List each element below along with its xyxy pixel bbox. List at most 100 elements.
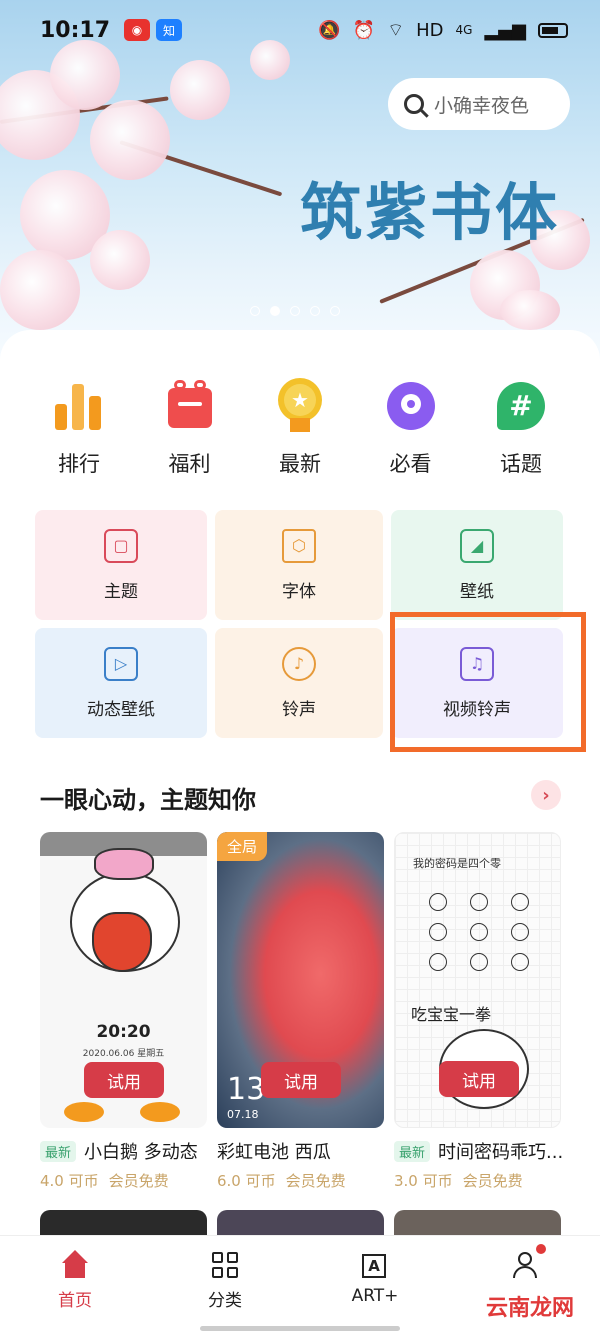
theme-meta: 3.0 可币 会员免费 — [394, 1170, 561, 1191]
video-ringtone-icon: ♫ — [460, 646, 494, 681]
quick-item-must-see[interactable]: 必看 — [356, 378, 466, 478]
carousel-dot-active[interactable] — [270, 306, 280, 316]
nav-category[interactable]: 分类 — [150, 1236, 300, 1333]
quick-label: 最新 — [279, 452, 321, 476]
mute-icon: 🔕 — [318, 19, 341, 41]
theme-thumbnail[interactable]: 全局 13 07.18 试用 — [217, 832, 384, 1128]
quick-label: 必看 — [389, 452, 432, 476]
theme-icon: ▢ — [104, 528, 138, 563]
theme-title-row: 最新 小白鹅 多动态 — [40, 1138, 207, 1164]
theme-title-row: 彩虹电池 西瓜 — [217, 1138, 384, 1164]
theme-card[interactable]: 我的密码是四个零 吃宝宝一拳 试用 最新 时间密码乖巧... 3.0 可币 会员免… — [394, 832, 564, 1191]
category-label: 铃声 — [282, 699, 316, 720]
category-theme[interactable]: ▢ 主题 — [35, 510, 207, 620]
ringtone-icon: ♪ — [282, 646, 316, 681]
search-placeholder: 小确幸夜色 — [434, 94, 530, 117]
category-wallpaper[interactable]: ◢ 壁纸 — [391, 510, 563, 620]
eye-monster-icon — [383, 378, 439, 434]
live-wallpaper-icon: ▷ — [104, 646, 138, 681]
zhihu-icon: 知 — [156, 19, 183, 41]
ranking-icon — [51, 378, 107, 434]
grid-icon — [210, 1250, 240, 1280]
try-button[interactable]: 试用 — [84, 1062, 164, 1098]
network-label: HD — [416, 19, 444, 41]
theme-slogan: 吃宝宝一拳 — [411, 1005, 492, 1024]
theme-card[interactable]: 20:20 2020.06.06 星期五 试用 最新 小白鹅 多动态 4.0 可… — [40, 832, 207, 1191]
theme-date: 2020.06.06 星期五 — [82, 1049, 165, 1059]
status-time: 10:17 — [40, 17, 111, 43]
home-icon — [60, 1250, 90, 1280]
try-button[interactable]: 试用 — [261, 1062, 341, 1098]
theme-card[interactable]: 全局 13 07.18 试用 彩虹电池 西瓜 6.0 可币 会员免费 — [217, 832, 384, 1191]
blossom — [90, 100, 170, 180]
section-title: 一眼心动，主题知你 — [40, 786, 256, 814]
theme-thumbnail[interactable]: 20:20 2020.06.06 星期五 试用 — [40, 832, 207, 1128]
signal-label: 4G — [455, 23, 473, 37]
theme-title: 小白鹅 多动态 — [84, 1142, 198, 1163]
theme-clock: 20:20 — [96, 1022, 151, 1042]
quick-label: 福利 — [168, 452, 211, 476]
category-label: 壁纸 — [460, 581, 494, 602]
battery-icon — [538, 22, 568, 38]
wallpaper-icon: ◢ — [460, 528, 494, 563]
category-label: 字体 — [282, 581, 316, 602]
theme-meta: 4.0 可币 会员免费 — [40, 1170, 207, 1191]
blossom — [0, 250, 80, 330]
category-font[interactable]: ⬡ 字体 — [215, 510, 383, 620]
theme-title: 时间密码乖巧... — [438, 1142, 564, 1163]
theme-title-row: 最新 时间密码乖巧... — [394, 1138, 564, 1164]
theme-caption: 我的密码是四个零 — [413, 857, 501, 870]
carousel-dot[interactable] — [290, 306, 300, 316]
theme-price: 6.0 可币 — [217, 1172, 276, 1190]
carousel-dot[interactable] — [310, 306, 320, 316]
nav-home[interactable]: 首页 — [0, 1236, 150, 1333]
nav-label: ART+ — [351, 1286, 399, 1306]
home-indicator[interactable] — [200, 1326, 400, 1331]
carousel-dot[interactable] — [330, 306, 340, 316]
profile-icon — [510, 1244, 546, 1280]
category-grid: ▢ 主题 ⬡ 字体 ◢ 壁纸 ▷ 动态壁纸 ♪ 铃声 ♫ 视频铃声 — [35, 510, 565, 738]
quick-label: 话题 — [500, 452, 542, 476]
weibo-icon: ◉ — [124, 19, 151, 41]
banner-title: 筑紫书体 — [300, 176, 561, 249]
search-icon — [404, 94, 424, 114]
nav-label: 分类 — [208, 1291, 242, 1311]
status-bar: 10:17 ◉ 知 🔕 ⏰ ⌔ HD 4G ▂▄▆ — [0, 0, 600, 60]
font-cube-icon: ⬡ — [282, 528, 316, 563]
category-ringtone[interactable]: ♪ 铃声 — [215, 628, 383, 738]
alarm-icon: ⏰ — [352, 19, 376, 41]
theme-date: 07.18 — [227, 1108, 259, 1121]
carousel-dots[interactable] — [250, 306, 340, 316]
quick-item-newest[interactable]: ★ 最新 — [245, 378, 355, 478]
theme-price: 4.0 可币 — [40, 1172, 99, 1190]
new-badge: 最新 — [394, 1140, 431, 1162]
carousel-dot[interactable] — [250, 306, 260, 316]
category-video-ringtone[interactable]: ♫ 视频铃声 — [391, 628, 563, 738]
gift-icon — [162, 378, 218, 434]
theme-cards: 20:20 2020.06.06 星期五 试用 最新 小白鹅 多动态 4.0 可… — [40, 832, 564, 1191]
theme-thumbnail[interactable]: 我的密码是四个零 吃宝宝一拳 试用 — [394, 832, 561, 1128]
category-label: 主题 — [104, 581, 138, 602]
new-badge: 最新 — [40, 1140, 77, 1162]
theme-price: 3.0 可币 — [394, 1172, 453, 1190]
blossom — [170, 60, 230, 120]
try-button[interactable]: 试用 — [439, 1061, 519, 1097]
watermark: 云南龙网 — [486, 1296, 575, 1321]
nav-label: 首页 — [58, 1291, 92, 1311]
category-live-wallpaper[interactable]: ▷ 动态壁纸 — [35, 628, 207, 738]
search-box[interactable]: 小确幸夜色 — [388, 78, 570, 130]
theme-meta: 6.0 可币 会员免费 — [217, 1170, 384, 1191]
section-more-button[interactable]: › — [531, 780, 561, 810]
medal-icon: ★ — [272, 378, 328, 434]
art-icon: A — [360, 1250, 390, 1280]
quick-nav: 排行 福利 ★ 最新 必看 # 话题 — [24, 378, 576, 478]
blossom — [90, 230, 150, 290]
quick-item-topic[interactable]: # 话题 — [466, 378, 576, 478]
theme-member: 会员免费 — [285, 1172, 346, 1190]
hashtag-icon: # — [493, 378, 549, 434]
quick-item-ranking[interactable]: 排行 — [24, 378, 134, 478]
quick-item-welfare[interactable]: 福利 — [135, 378, 245, 478]
nav-art[interactable]: A ART+ — [300, 1236, 450, 1333]
notification-dot — [536, 1244, 546, 1254]
category-label: 视频铃声 — [443, 699, 511, 720]
